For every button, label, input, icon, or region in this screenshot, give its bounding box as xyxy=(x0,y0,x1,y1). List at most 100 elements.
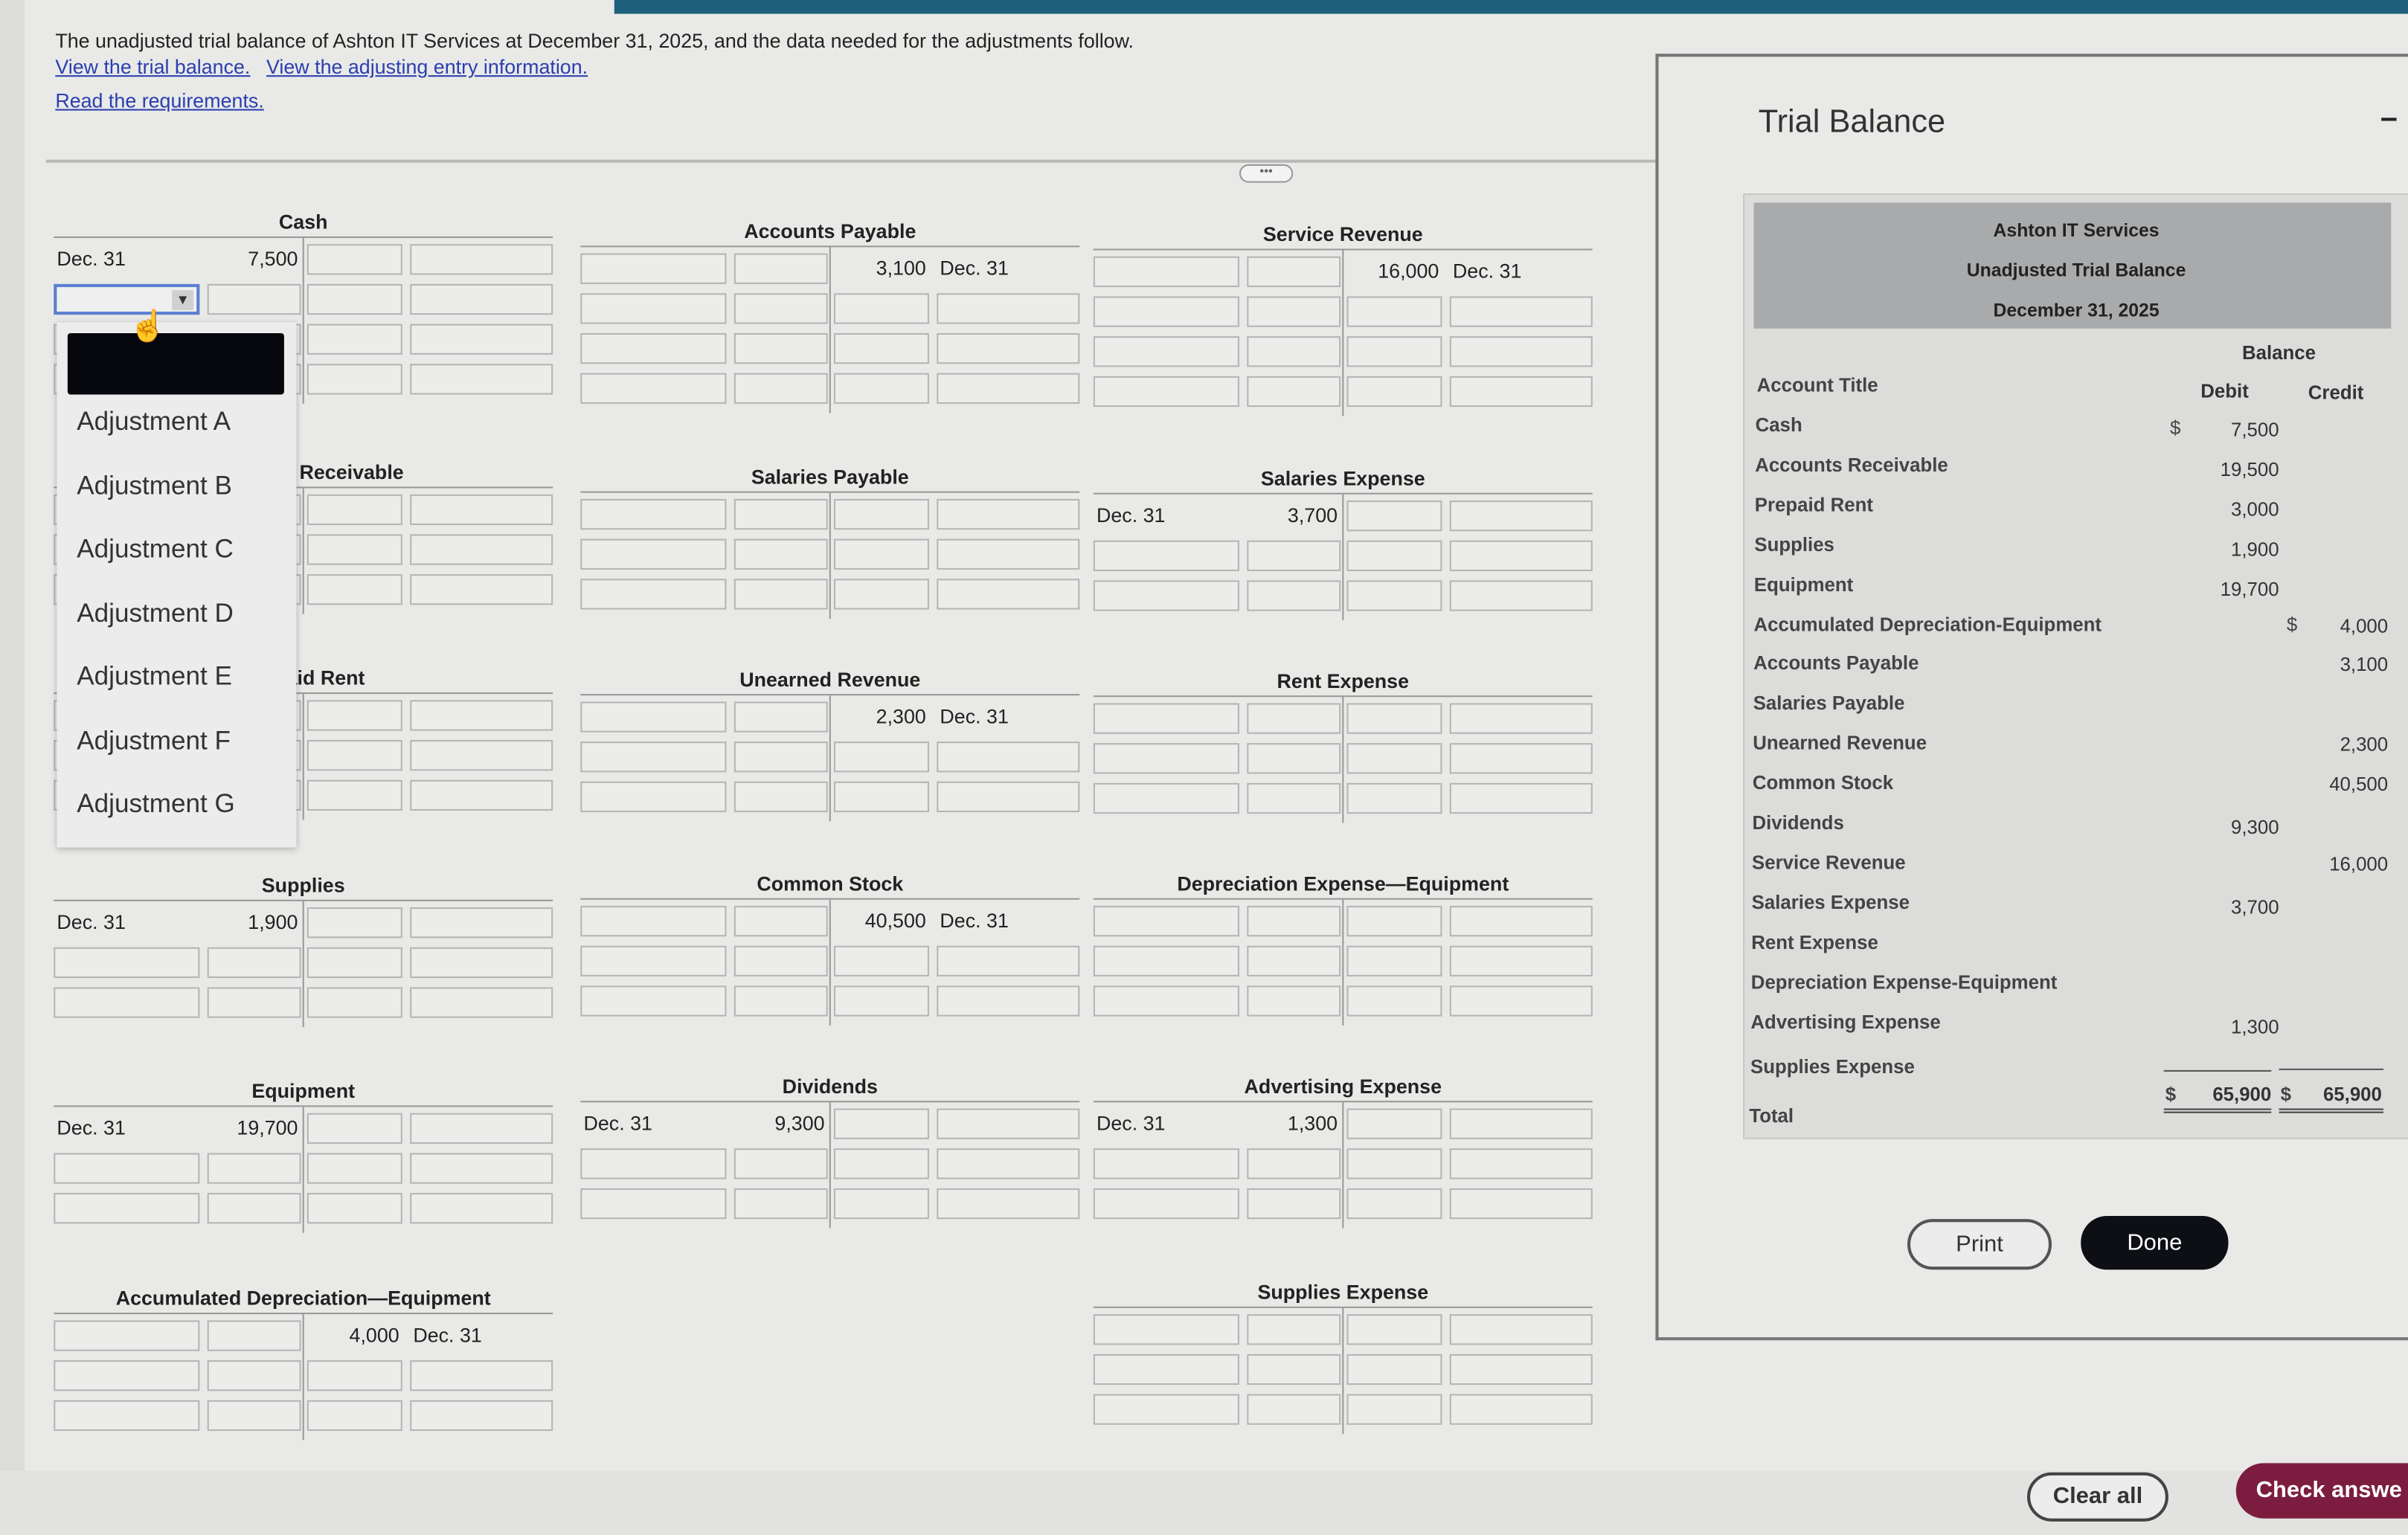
amount-input[interactable] xyxy=(833,781,929,813)
date-input[interactable] xyxy=(1093,256,1239,288)
date-input[interactable] xyxy=(1093,945,1239,976)
amount-input[interactable] xyxy=(1346,945,1442,976)
date-input[interactable] xyxy=(580,498,727,530)
amount-input[interactable] xyxy=(1247,256,1341,288)
dropdown-blank-option[interactable] xyxy=(67,332,284,395)
date-input[interactable] xyxy=(1449,1354,1593,1386)
amount-input[interactable] xyxy=(1247,1314,1341,1345)
date-input[interactable] xyxy=(1093,1314,1239,1345)
amount-input[interactable] xyxy=(1346,1354,1442,1386)
date-input[interactable] xyxy=(1449,376,1593,408)
date-input[interactable] xyxy=(937,498,1080,530)
amount-input[interactable] xyxy=(733,985,828,1017)
amount-input[interactable] xyxy=(733,538,828,570)
amount-input[interactable] xyxy=(1346,703,1442,734)
date-input[interactable] xyxy=(937,1148,1080,1180)
date-input[interactable] xyxy=(410,1360,553,1391)
date-input[interactable] xyxy=(54,987,200,1018)
amount-input[interactable] xyxy=(1247,376,1341,408)
date-input[interactable] xyxy=(580,538,727,570)
amount-input[interactable] xyxy=(1346,376,1442,408)
amount-input[interactable] xyxy=(207,947,301,979)
amount-input[interactable] xyxy=(1346,580,1442,611)
amount-input[interactable] xyxy=(306,283,402,315)
date-input[interactable] xyxy=(1449,782,1593,814)
date-input[interactable] xyxy=(410,494,553,526)
amount-input[interactable] xyxy=(1346,336,1442,367)
amount-input[interactable] xyxy=(1346,500,1442,532)
amount-input[interactable] xyxy=(306,494,402,526)
amount-input[interactable] xyxy=(207,1400,301,1432)
date-input[interactable] xyxy=(1093,905,1239,937)
date-input[interactable] xyxy=(410,907,553,939)
date-input[interactable] xyxy=(1449,1148,1593,1180)
done-button[interactable]: Done xyxy=(2081,1216,2229,1270)
amount-input[interactable] xyxy=(306,324,402,355)
date-input[interactable] xyxy=(1093,336,1239,367)
amount-input[interactable] xyxy=(306,574,402,605)
dropdown-option[interactable]: Adjustment B xyxy=(77,471,232,501)
amount-input[interactable] xyxy=(207,1320,301,1351)
amount-input[interactable] xyxy=(833,945,929,976)
date-input[interactable] xyxy=(410,1193,553,1224)
amount-input[interactable] xyxy=(1247,540,1341,571)
check-answer-button[interactable]: Check answe xyxy=(2235,1463,2408,1519)
amount-input[interactable] xyxy=(1247,1148,1341,1180)
splitter-handle[interactable]: ••• xyxy=(1239,164,1294,183)
date-input[interactable] xyxy=(580,945,727,976)
amount-input[interactable] xyxy=(733,1188,828,1220)
amount-input[interactable] xyxy=(306,987,402,1018)
amount-input[interactable] xyxy=(1247,703,1341,734)
amount-input[interactable] xyxy=(306,779,402,811)
amount-input[interactable] xyxy=(833,985,929,1017)
date-input[interactable] xyxy=(410,1400,553,1432)
date-input[interactable] xyxy=(410,364,553,395)
date-input[interactable] xyxy=(54,1400,200,1432)
date-input[interactable] xyxy=(1449,336,1593,367)
amount-input[interactable] xyxy=(733,741,828,773)
dropdown-option[interactable]: Adjustment G xyxy=(77,789,235,820)
date-input[interactable] xyxy=(580,905,727,937)
date-input[interactable] xyxy=(937,293,1080,324)
date-input[interactable] xyxy=(1449,985,1593,1017)
date-input[interactable] xyxy=(54,1153,200,1184)
date-input[interactable] xyxy=(580,741,727,773)
amount-input[interactable] xyxy=(1247,985,1341,1017)
clear-all-button[interactable]: Clear all xyxy=(2027,1472,2168,1522)
date-input[interactable] xyxy=(937,1108,1080,1139)
date-input[interactable] xyxy=(1093,1394,1239,1425)
amount-input[interactable] xyxy=(1346,1188,1442,1220)
date-input[interactable] xyxy=(1093,1354,1239,1386)
amount-input[interactable] xyxy=(1346,743,1442,774)
date-input[interactable] xyxy=(410,740,553,771)
amount-input[interactable] xyxy=(833,293,929,324)
date-input[interactable] xyxy=(1449,743,1593,774)
amount-input[interactable] xyxy=(1247,782,1341,814)
amount-input[interactable] xyxy=(1346,540,1442,571)
amount-input[interactable] xyxy=(733,945,828,976)
read-requirements-link[interactable]: Read the requirements. xyxy=(55,89,263,112)
date-input[interactable] xyxy=(580,293,727,324)
date-input[interactable] xyxy=(937,373,1080,404)
amount-input[interactable] xyxy=(306,1153,402,1184)
date-input[interactable] xyxy=(580,701,727,733)
amount-input[interactable] xyxy=(306,700,402,731)
date-input[interactable] xyxy=(937,741,1080,773)
date-input[interactable] xyxy=(937,332,1080,364)
date-input[interactable] xyxy=(937,945,1080,976)
amount-input[interactable] xyxy=(1346,985,1442,1017)
chevron-down-icon[interactable]: ▼ xyxy=(172,290,194,311)
date-input[interactable] xyxy=(410,324,553,355)
amount-input[interactable] xyxy=(833,1108,929,1139)
amount-input[interactable] xyxy=(1247,905,1341,937)
date-input[interactable] xyxy=(410,534,553,565)
amount-input[interactable] xyxy=(1346,1108,1442,1139)
date-input[interactable] xyxy=(410,700,553,731)
amount-input[interactable] xyxy=(1247,945,1341,976)
view-trial-balance-link[interactable]: View the trial balance. xyxy=(55,55,250,78)
dropdown-option[interactable]: Adjustment D xyxy=(77,598,234,628)
view-adjusting-entry-link[interactable]: View the adjusting entry information. xyxy=(266,55,588,78)
date-input[interactable] xyxy=(1449,1108,1593,1139)
amount-input[interactable] xyxy=(1247,1354,1341,1386)
date-input[interactable] xyxy=(410,244,553,275)
